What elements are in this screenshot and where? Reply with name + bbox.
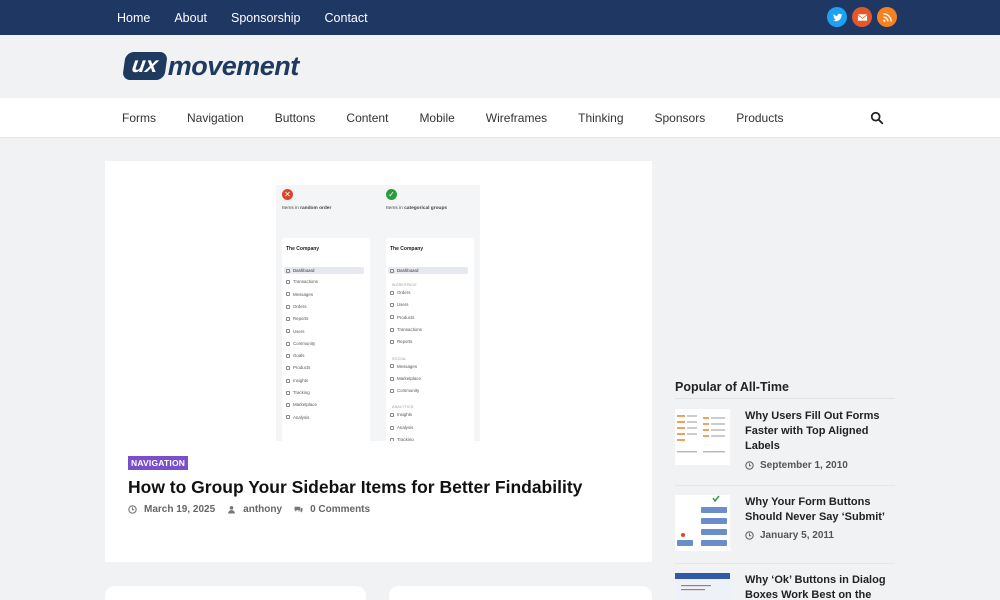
mock-nav-item: Insights [390,412,412,417]
top-nav-contact[interactable]: Contact [325,11,368,25]
category-wireframes[interactable]: Wireframes [486,111,547,125]
search-icon[interactable] [870,111,884,125]
logo-ux: ux [122,52,168,80]
mock-nav-item: Users [286,329,304,334]
mock-nav-item: Goals [286,353,304,358]
featured-post-card: ✕ Items in random order The Company Dash… [105,161,652,562]
category-buttons[interactable]: Buttons [275,111,316,125]
post-comments[interactable]: 0 Comments [294,504,370,515]
post-card [389,586,652,600]
logo-text: movement [167,50,300,81]
mock-nav-item: Insights [286,378,308,383]
mock-nav-item: Dashboard [284,267,364,274]
category-mobile[interactable]: Mobile [419,111,454,125]
post-date: March 19, 2025 [128,504,215,515]
mock-nav-item: Orders [286,304,306,309]
mock-brand: The Company [390,246,424,252]
mock-nav-item: Messages [286,292,313,297]
mock-nav-item: Community [286,341,315,346]
mock-nav-item: Products [390,315,414,320]
top-nav: Home About Sponsorship Contact [117,0,392,35]
top-nav-about[interactable]: About [174,11,207,25]
logo-band: ux movement [0,35,1000,98]
divider [675,563,895,564]
mock-nav-item: Messages [390,364,417,369]
category-bar: Forms Navigation Buttons Content Mobile … [0,98,1000,138]
mock-nav-item: Tracking [390,437,414,441]
category-sponsors[interactable]: Sponsors [655,111,706,125]
category-products[interactable]: Products [736,111,783,125]
user-icon [228,506,236,514]
mock-nav-item: Analysis [390,425,413,430]
mock-group-heading: ANALYTICS [392,405,414,410]
category-forms[interactable]: Forms [122,111,156,125]
post-date-text: March 19, 2025 [144,504,216,515]
mock-nav-item: Reports [390,339,412,344]
image-column-grouped: ✓ Items in categorical groups The Compan… [380,185,480,441]
mock-brand: The Company [286,246,320,252]
top-nav-sponsorship[interactable]: Sponsorship [231,11,301,25]
mock-nav-item: Community [390,388,419,393]
site-logo[interactable]: ux movement [122,50,300,81]
popular-thumb-3[interactable] [675,573,730,600]
mock-nav-item: Transactions [390,327,422,332]
category-navigation[interactable]: Navigation [187,111,244,125]
category-badge[interactable]: NAVIGATION [128,456,189,470]
popular-date-2: January 5, 2011 [745,530,834,541]
mock-nav-item: Transactions [286,279,318,284]
popular-title-3[interactable]: Why ‘Ok’ Buttons in Dialog Boxes Work Be… [745,573,895,600]
popular-date-1: September 1, 2010 [745,460,848,471]
mock-group-heading: SOCIAL [392,356,407,361]
mock-group-heading: WORKSPACE [392,283,417,287]
clock-icon [745,461,754,470]
top-nav-home[interactable]: Home [117,11,150,25]
popular-date-text-1: September 1, 2010 [760,460,848,471]
popular-thumb-1[interactable] [675,409,730,465]
mock-nav-item: Users [390,302,408,307]
cross-icon: ✕ [282,189,293,200]
email-icon[interactable] [852,7,872,27]
check-icon: ✓ [386,189,397,200]
mock-nav-item: Marketplace [286,402,317,407]
image-column-random: ✕ Items in random order The Company Dash… [276,185,376,441]
category-thinking[interactable]: Thinking [578,111,623,125]
popular-date-text-2: January 5, 2011 [760,530,834,541]
image-caption-grouped: Items in categorical groups [386,206,448,211]
clock-icon [745,531,754,540]
clock-icon [128,505,137,514]
post-comments-text: 0 Comments [310,504,371,515]
mock-nav-item: Tracking [286,390,310,395]
rss-icon[interactable] [877,7,897,27]
post-meta: March 19, 2025 anthony 0 Comments [128,504,382,515]
twitter-icon[interactable] [827,7,847,27]
comments-icon [294,506,303,513]
post-card [105,586,366,600]
divider [675,398,895,399]
featured-image[interactable]: ✕ Items in random order The Company Dash… [276,185,480,441]
mock-nav-item: Orders [390,290,410,295]
post-title[interactable]: How to Group Your Sidebar Items for Bett… [128,477,582,498]
category-nav: Forms Navigation Buttons Content Mobile … [122,98,815,138]
mock-nav-item: Reports [286,316,308,321]
social-links [827,7,897,27]
popular-heading: Popular of All-Time [675,380,789,394]
top-bar: Home About Sponsorship Contact [0,0,1000,35]
mock-nav-item: Analysis [286,415,309,420]
mock-nav-item: Marketplace [390,376,421,381]
image-caption-random: Items in random order [282,206,332,211]
divider [675,485,895,486]
mock-nav-item: Dashboard [388,267,468,274]
mock-nav-item: Products [286,365,310,370]
popular-title-1[interactable]: Why Users Fill Out Forms Faster with Top… [745,409,895,454]
category-content[interactable]: Content [346,111,388,125]
popular-title-2[interactable]: Why Your Form Buttons Should Never Say ‘… [745,495,895,525]
post-author[interactable]: anthony [227,504,282,515]
popular-thumb-2[interactable] [675,495,730,551]
post-author-text: anthony [243,504,283,515]
